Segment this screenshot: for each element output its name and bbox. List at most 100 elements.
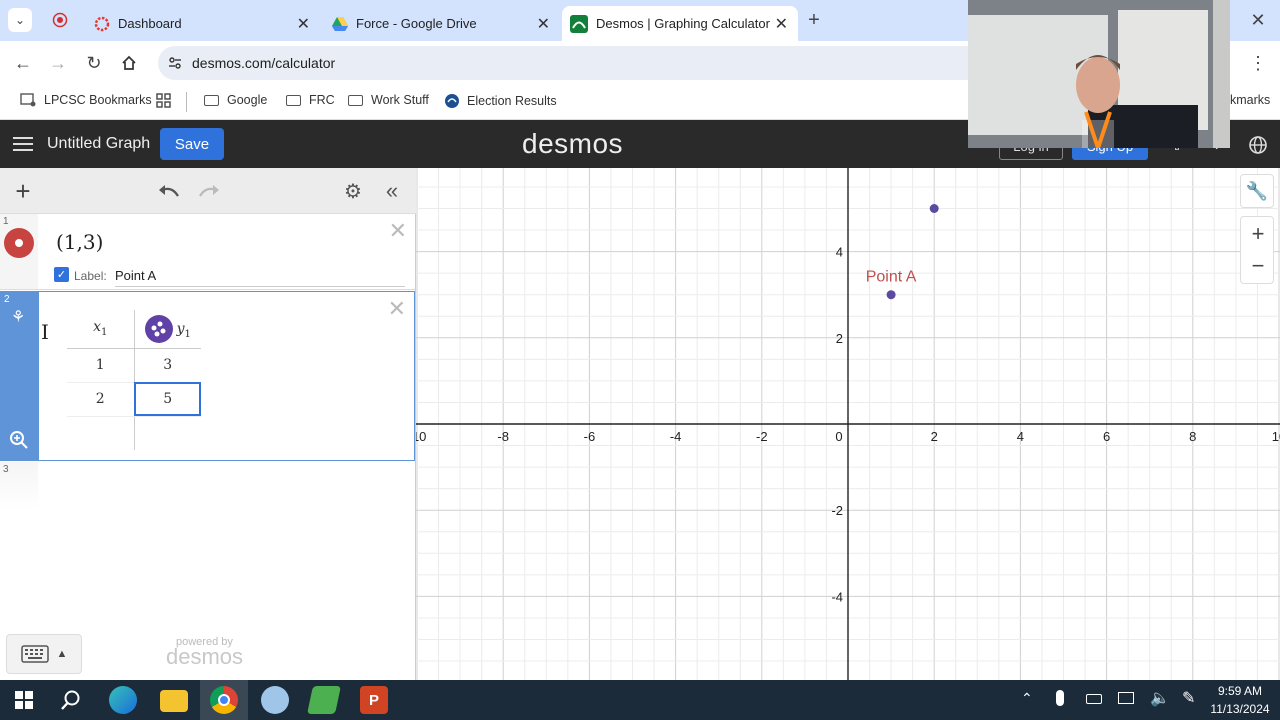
keyboard-toggle-button[interactable]: ▲ [6, 634, 82, 674]
table-regression-icon[interactable]: ⚘ [11, 307, 25, 327]
expression-number: 2 [4, 294, 10, 305]
site-info-icon[interactable] [167, 55, 183, 71]
home-icon[interactable] [118, 52, 140, 74]
pen-icon[interactable]: ✎ [1182, 688, 1195, 708]
redo-icon[interactable] [196, 180, 222, 202]
x-tick-label: -2 [756, 429, 768, 444]
data-point [929, 204, 939, 213]
x-tick-label: -8 [497, 429, 509, 444]
folder-icon [286, 94, 301, 106]
show-hidden-icons-icon[interactable]: ⌃ [1021, 690, 1033, 707]
expression-gutter: 2 ⚘ [1, 292, 39, 460]
x-tick-label: 8 [1189, 429, 1196, 444]
clock-time[interactable]: 9:59 AM [1205, 684, 1275, 698]
undo-icon[interactable] [156, 180, 182, 202]
zoom-in-icon[interactable]: + [1241, 221, 1275, 247]
edge-icon[interactable] [109, 686, 137, 714]
tab-google-drive[interactable]: Force - Google Drive ✕ [322, 6, 560, 41]
settings-gear-icon[interactable]: ⚙ [342, 180, 364, 203]
bookmark-divider [186, 92, 187, 112]
series-color-icon[interactable] [144, 314, 173, 343]
table-header-y[interactable]: y1 [134, 310, 201, 349]
battery-icon[interactable] [1086, 694, 1102, 704]
record-icon[interactable] [50, 10, 70, 30]
windows-start-icon[interactable] [15, 691, 33, 714]
add-item-icon[interactable]: + [12, 176, 34, 206]
x-tick-label: 2 [931, 429, 938, 444]
all-bookmarks[interactable]: kmarks [1230, 93, 1270, 107]
zoom-in-button[interactable]: + − [1240, 216, 1274, 284]
menu-dots-icon[interactable]: ⋮ [1248, 52, 1268, 74]
table-cell[interactable]: 1 [67, 348, 135, 383]
expression-gutter: 3 [0, 462, 38, 510]
forward-icon[interactable]: → [47, 52, 69, 74]
point-label: Point A [866, 269, 917, 286]
close-tab-icon[interactable]: ✕ [775, 14, 788, 34]
bookmark-lpcsc[interactable]: LPCSC Bookmarks [20, 93, 152, 107]
snipping-tool-icon[interactable] [261, 686, 289, 714]
expression-item-3[interactable]: 3 [0, 462, 415, 510]
caret-up-icon: ▲ [56, 648, 68, 660]
close-tab-icon[interactable]: ✕ [537, 14, 550, 34]
apps-grid-icon[interactable] [156, 93, 171, 108]
url-text: desmos.com/calculator [192, 55, 336, 71]
x-tick-label: 6 [1103, 429, 1110, 444]
table-cell[interactable]: 2 [67, 382, 135, 417]
powerpoint-icon[interactable]: P [360, 686, 388, 714]
bookmark-election-results[interactable]: Election Results [444, 93, 557, 109]
expression-number: 1 [3, 216, 9, 227]
collapse-panel-icon[interactable]: « [380, 178, 404, 203]
bookmark-frc[interactable]: FRC [286, 93, 335, 107]
hamburger-menu-icon[interactable] [12, 134, 34, 154]
file-explorer-icon[interactable] [160, 690, 188, 712]
network-icon[interactable] [1118, 692, 1134, 704]
bookmark-google[interactable]: Google [204, 93, 267, 107]
zoom-fit-icon[interactable] [9, 430, 29, 455]
delete-expression-icon[interactable]: ✕ [389, 218, 407, 244]
clock-date[interactable]: 11/13/2024 [1205, 702, 1275, 716]
graph-canvas[interactable]: -10 -8 -6 -4 -2 0 2 4 6 8 10 4 2 -2 -4 Point A [416, 168, 1280, 680]
whiteboard-icon[interactable] [307, 686, 341, 714]
search-icon[interactable] [60, 689, 82, 716]
chrome-icon[interactable] [210, 686, 238, 714]
table-cell-empty[interactable] [67, 416, 135, 450]
graph-paper[interactable]: -10 -8 -6 -4 -2 0 2 4 6 8 10 4 2 -2 -4 Point A 🔧 + − [416, 168, 1280, 680]
x-tick-label: -10 [416, 429, 426, 444]
expression-toolbar: + ⚙ « [0, 168, 416, 214]
x-tick-label: -6 [584, 429, 596, 444]
tab-desmos[interactable]: Desmos | Graphing Calculator ✕ [562, 6, 798, 41]
table-cell-active[interactable]: 5 [134, 382, 201, 417]
label-checkbox[interactable]: ✓ [54, 267, 69, 282]
new-tab-icon[interactable]: + [804, 9, 824, 31]
back-icon[interactable]: ← [12, 52, 34, 74]
graph-title[interactable]: Untitled Graph [47, 135, 150, 153]
label-input[interactable]: Point A [115, 268, 405, 287]
x-tick-label: -4 [670, 429, 682, 444]
zoom-out-icon[interactable]: − [1241, 253, 1275, 279]
save-button[interactable]: Save [160, 128, 224, 160]
expression-number: 3 [3, 464, 9, 475]
point-color-toggle-icon[interactable] [4, 228, 34, 258]
table-header-x[interactable]: x1 [67, 310, 135, 349]
powered-by-logo: desmos [166, 644, 244, 669]
language-globe-icon[interactable] [1246, 133, 1270, 157]
expression-item-2[interactable]: 2 ⚘ I x1 y1 1 3 2 5 ✕ [0, 291, 415, 461]
google-drive-icon [332, 16, 348, 31]
volume-icon[interactable]: 🔈 [1150, 688, 1170, 708]
expression-item-1[interactable]: 1 (1,3) ✕ ✓ Label: Point A [0, 214, 415, 290]
table-cell-empty[interactable] [134, 416, 201, 450]
data-point [886, 290, 896, 300]
graph-settings-wrench-icon[interactable]: 🔧 [1240, 174, 1274, 208]
bookmark-work-stuff[interactable]: Work Stuff [348, 93, 429, 107]
election-icon [445, 94, 459, 108]
expression-input[interactable]: (1,3) [56, 230, 103, 254]
tab-search-button[interactable]: ⌄ [8, 8, 32, 32]
table-cell[interactable]: 3 [134, 348, 201, 383]
reload-icon[interactable]: ↻ [83, 52, 105, 74]
windows-taskbar: P ⌃ 🔈 ✎ 9:59 AM 11/13/2024 [0, 680, 1280, 720]
delete-expression-icon[interactable]: ✕ [388, 296, 406, 322]
tab-dashboard[interactable]: Dashboard ✕ [84, 6, 320, 41]
close-window-icon[interactable]: ✕ [1248, 10, 1268, 30]
microphone-icon[interactable] [1056, 690, 1064, 706]
close-tab-icon[interactable]: ✕ [297, 14, 310, 34]
